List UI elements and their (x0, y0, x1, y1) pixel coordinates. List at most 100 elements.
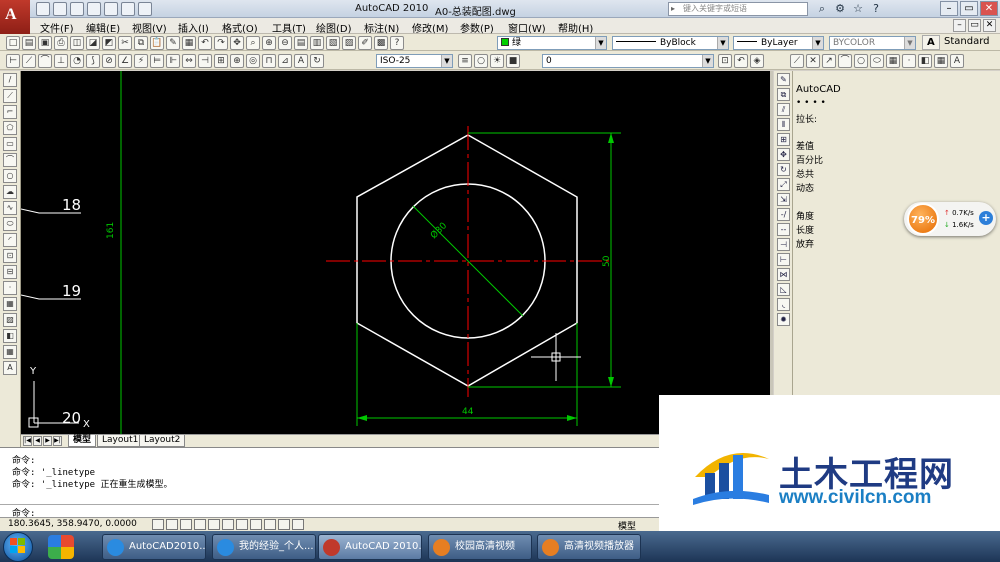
lineweight-select[interactable]: ByLayer ▼ (733, 36, 824, 50)
taskbar-item-1[interactable]: 我的经验_个人... (212, 534, 316, 560)
option-length[interactable]: 长度 (796, 223, 814, 236)
menu-item-0[interactable]: 文件(F) (40, 20, 74, 35)
rotate-icon[interactable]: ↻ (777, 163, 790, 176)
linetype-select[interactable]: ByBlock ▼ (612, 36, 729, 50)
calculator-icon[interactable]: ▩ (374, 36, 388, 50)
gradient-icon[interactable]: ▨ (3, 313, 17, 327)
command-line[interactable]: 命令: 命令: '_linetype 命令: '_linetype 正在重生成模… (0, 447, 660, 519)
hatch-ext-icon[interactable]: ▦ (886, 54, 900, 68)
ellipse-icon[interactable]: ⬭ (3, 217, 17, 231)
extend-icon[interactable]: -- (777, 223, 790, 236)
xline-icon[interactable]: ✕ (806, 54, 820, 68)
break-icon[interactable]: ⊣ (198, 54, 212, 68)
arc-ext-icon[interactable]: ⌒ (838, 54, 852, 68)
revision-cloud-icon[interactable]: ☁ (3, 185, 17, 199)
ortho-toggle-icon[interactable] (180, 519, 192, 530)
menu-item-5[interactable]: 工具(T) (272, 20, 306, 35)
region-ext-icon[interactable]: ◧ (918, 54, 932, 68)
layer-previous-icon[interactable]: ↶ (734, 54, 748, 68)
break-icon[interactable]: ⊢ (777, 253, 790, 266)
diameter-icon[interactable]: ⊘ (102, 54, 116, 68)
dim-text-edit-icon[interactable]: A (294, 54, 308, 68)
scale-icon[interactable]: ⤢ (777, 178, 790, 191)
open-icon[interactable] (53, 2, 67, 16)
prev-tab-icon[interactable]: ◀ (33, 436, 42, 446)
help-icon[interactable]: ? (869, 2, 883, 16)
make-current-icon[interactable]: ⊡ (718, 54, 732, 68)
option-undo[interactable]: 放弃 (796, 237, 814, 250)
dyn-toggle-icon[interactable] (250, 519, 262, 530)
ray-icon[interactable]: ↗ (822, 54, 836, 68)
mirror-icon[interactable]: ⫽ (777, 103, 790, 116)
region-icon[interactable]: ◧ (3, 329, 17, 343)
polygon-icon[interactable]: ⬠ (3, 121, 17, 135)
make-block-icon[interactable]: ⊟ (3, 265, 17, 279)
layer-select[interactable]: 0 ▼ (542, 54, 714, 68)
angular-icon[interactable]: ∠ (118, 54, 132, 68)
doc-restore-button[interactable]: ▭ (968, 19, 981, 32)
save-icon[interactable] (70, 2, 84, 16)
preview-icon[interactable]: ◫ (70, 36, 84, 50)
line-icon[interactable]: / (3, 73, 17, 87)
next-tab-icon[interactable]: ▶ (43, 436, 52, 446)
copy-obj-icon[interactable]: ⧉ (777, 88, 790, 101)
print-icon[interactable] (121, 2, 135, 16)
inspect-icon[interactable]: ◎ (246, 54, 260, 68)
break-at-point-icon[interactable]: ⊣ (777, 238, 790, 251)
exchange-icon[interactable]: ⚙ (833, 2, 847, 16)
erase-icon[interactable]: ✎ (777, 73, 790, 86)
option-delta[interactable]: 差值 (796, 139, 814, 152)
last-tab-icon[interactable]: ▶| (53, 436, 62, 446)
quick-dim-icon[interactable]: ⚡ (134, 54, 148, 68)
otrack-toggle-icon[interactable] (222, 519, 234, 530)
minimize-button[interactable]: – (940, 1, 958, 16)
rectangle-icon[interactable]: ▭ (3, 137, 17, 151)
arc-icon[interactable]: ⌒ (3, 153, 17, 167)
close-button[interactable]: ✕ (980, 1, 998, 16)
tab-model[interactable]: 模型 (68, 435, 97, 447)
radius-icon[interactable]: ◔ (70, 54, 84, 68)
match-props-icon[interactable]: ✎ (166, 36, 180, 50)
menu-item-11[interactable]: 帮助(H) (558, 20, 593, 35)
option-percent[interactable]: 百分比 (796, 153, 823, 166)
design-center-icon[interactable]: ▥ (310, 36, 324, 50)
3d-print-icon[interactable]: ◩ (102, 36, 116, 50)
zoom-window-icon[interactable]: ⊕ (262, 36, 276, 50)
dim-update-icon[interactable]: ↻ (310, 54, 324, 68)
menu-item-9[interactable]: 参数(P) (460, 20, 494, 35)
explode-icon[interactable]: ✹ (777, 313, 790, 326)
sc-toggle-icon[interactable] (292, 519, 304, 530)
space-icon[interactable]: ⇔ (182, 54, 196, 68)
sun-icon[interactable]: ☀ (490, 54, 504, 68)
aligned-dim-icon[interactable]: ⟋ (22, 54, 36, 68)
pan-icon[interactable]: ✥ (230, 36, 244, 50)
undo-icon[interactable] (87, 2, 101, 16)
grid-toggle-icon[interactable] (166, 519, 178, 530)
drawing-canvas[interactable]: 161 18 19 20 Y X Ø30 50 44 (21, 71, 770, 434)
line-ext-icon[interactable]: ⟋ (790, 54, 804, 68)
polar-toggle-icon[interactable] (194, 519, 206, 530)
taskbar-item-2[interactable]: AutoCAD 2010... (318, 534, 422, 560)
lock-icon[interactable]: ■ (506, 54, 520, 68)
open-icon[interactable]: ▤ (22, 36, 36, 50)
menu-item-4[interactable]: 格式(O) (222, 20, 258, 35)
lwt-toggle-icon[interactable] (264, 519, 276, 530)
insert-block-icon[interactable]: ⊡ (3, 249, 17, 263)
trim-icon[interactable]: -/ (777, 208, 790, 221)
point-ext-icon[interactable]: · (902, 54, 916, 68)
undo-icon[interactable]: ↶ (198, 36, 212, 50)
point-icon[interactable]: · (3, 281, 17, 295)
mtext-ext-icon[interactable]: A (950, 54, 964, 68)
ducs-toggle-icon[interactable] (236, 519, 248, 530)
menu-item-2[interactable]: 视图(V) (132, 20, 167, 35)
block-editor-icon[interactable]: ▦ (182, 36, 196, 50)
menu-item-10[interactable]: 窗口(W) (508, 20, 546, 35)
menu-item-3[interactable]: 插入(I) (178, 20, 209, 35)
new-icon[interactable]: □ (6, 36, 20, 50)
tab-layout2[interactable]: Layout2 (139, 435, 186, 447)
plus-icon[interactable]: + (979, 211, 993, 225)
menu-item-8[interactable]: 修改(M) (412, 20, 448, 35)
linear-dim-icon[interactable]: ⊢ (6, 54, 20, 68)
jogged-linear-icon[interactable]: ⊓ (262, 54, 276, 68)
chamfer-icon[interactable]: ◺ (777, 283, 790, 296)
